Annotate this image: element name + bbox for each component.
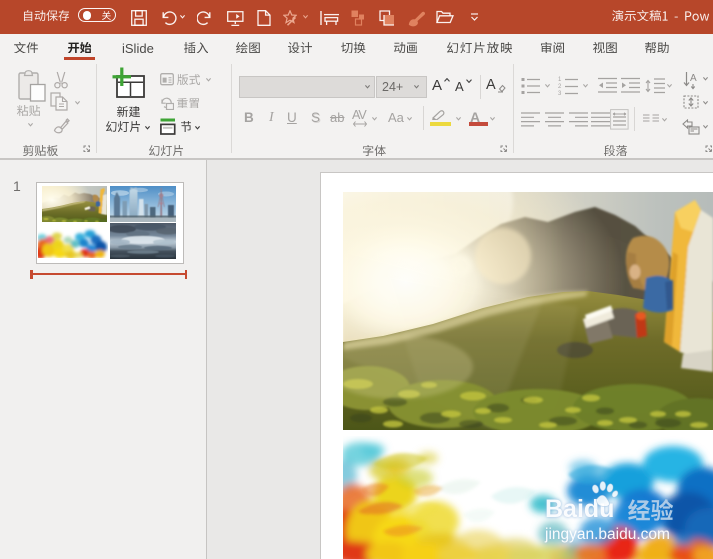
svg-text:2: 2 <box>558 84 562 90</box>
svg-text:A: A <box>690 73 697 84</box>
svg-text:1: 1 <box>558 77 562 83</box>
svg-text:3: 3 <box>558 91 562 96</box>
